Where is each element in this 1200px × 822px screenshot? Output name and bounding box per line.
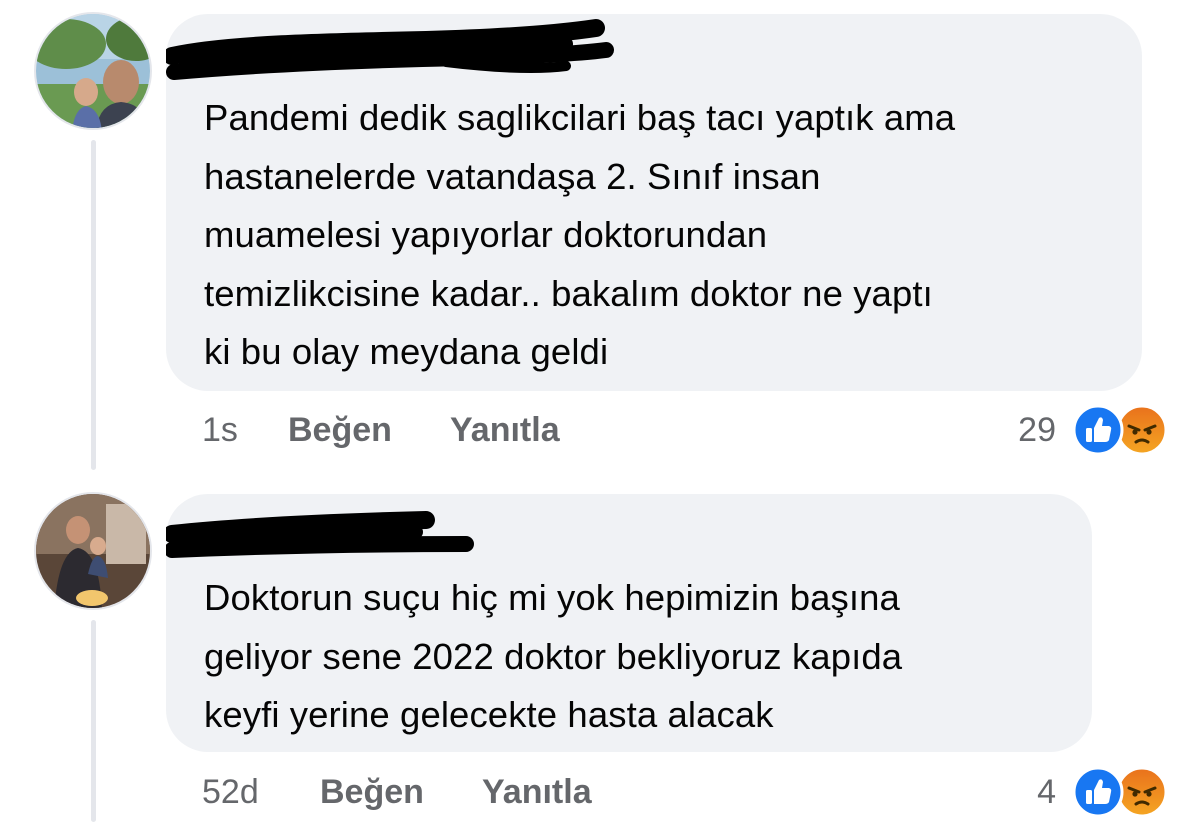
comment-line: ki bu olay meydana geldi [204, 331, 609, 372]
avatar-photo [36, 494, 150, 608]
comment-bubble: Doktorun suçu hiç mi yok hepimizin başın… [166, 494, 1092, 752]
comment-line: muamelesi yapıyorlar doktorundan [204, 214, 768, 255]
like-icon[interactable] [1072, 766, 1124, 818]
reaction-count[interactable]: 4 [960, 770, 1056, 814]
comment-line: hastanelerde vatandaşa 2. Sınıf insan [204, 155, 821, 197]
comment-line: geliyor sene 2022 doktor bekliyoruz kapı… [204, 635, 903, 677]
like-button[interactable]: Beğen [288, 408, 392, 452]
comment-line: Doktorun suçu hiç mi yok hepimizin başın… [204, 577, 900, 618]
comment-bubble: Pandemi dedik saglikcilari baş tacı yapt… [166, 14, 1142, 391]
comment-line: temizlikcisine kadar.. bakalım doktor ne… [204, 272, 933, 314]
avatar[interactable] [34, 492, 152, 610]
reaction-count[interactable]: 29 [960, 408, 1056, 452]
comment-actions: 1s Beğen Yanıtla 29 [0, 404, 1200, 456]
comment-text: Doktorun suçu hiç mi yok hepimizin başın… [204, 569, 1062, 745]
like-icon[interactable] [1072, 404, 1124, 456]
comment-text: Pandemi dedik saglikcilari baş tacı yapt… [204, 89, 1112, 382]
avatar[interactable] [34, 12, 152, 130]
comment-time: 52d [202, 773, 259, 811]
reply-button[interactable]: Yanıtla [450, 408, 560, 452]
comment-line: Pandemi dedik saglikcilari baş tacı yapt… [204, 97, 956, 138]
redacted-name [166, 19, 614, 80]
redacted-name [166, 511, 474, 558]
reply-button[interactable]: Yanıtla [482, 770, 592, 814]
avatar-photo [36, 14, 150, 128]
like-button[interactable]: Beğen [320, 770, 424, 814]
comment-actions: 52d Beğen Yanıtla 4 [0, 766, 1200, 818]
comment-time: 1s [202, 411, 238, 449]
comment-line: keyfi yerine gelecekte hasta alacak [204, 694, 774, 735]
